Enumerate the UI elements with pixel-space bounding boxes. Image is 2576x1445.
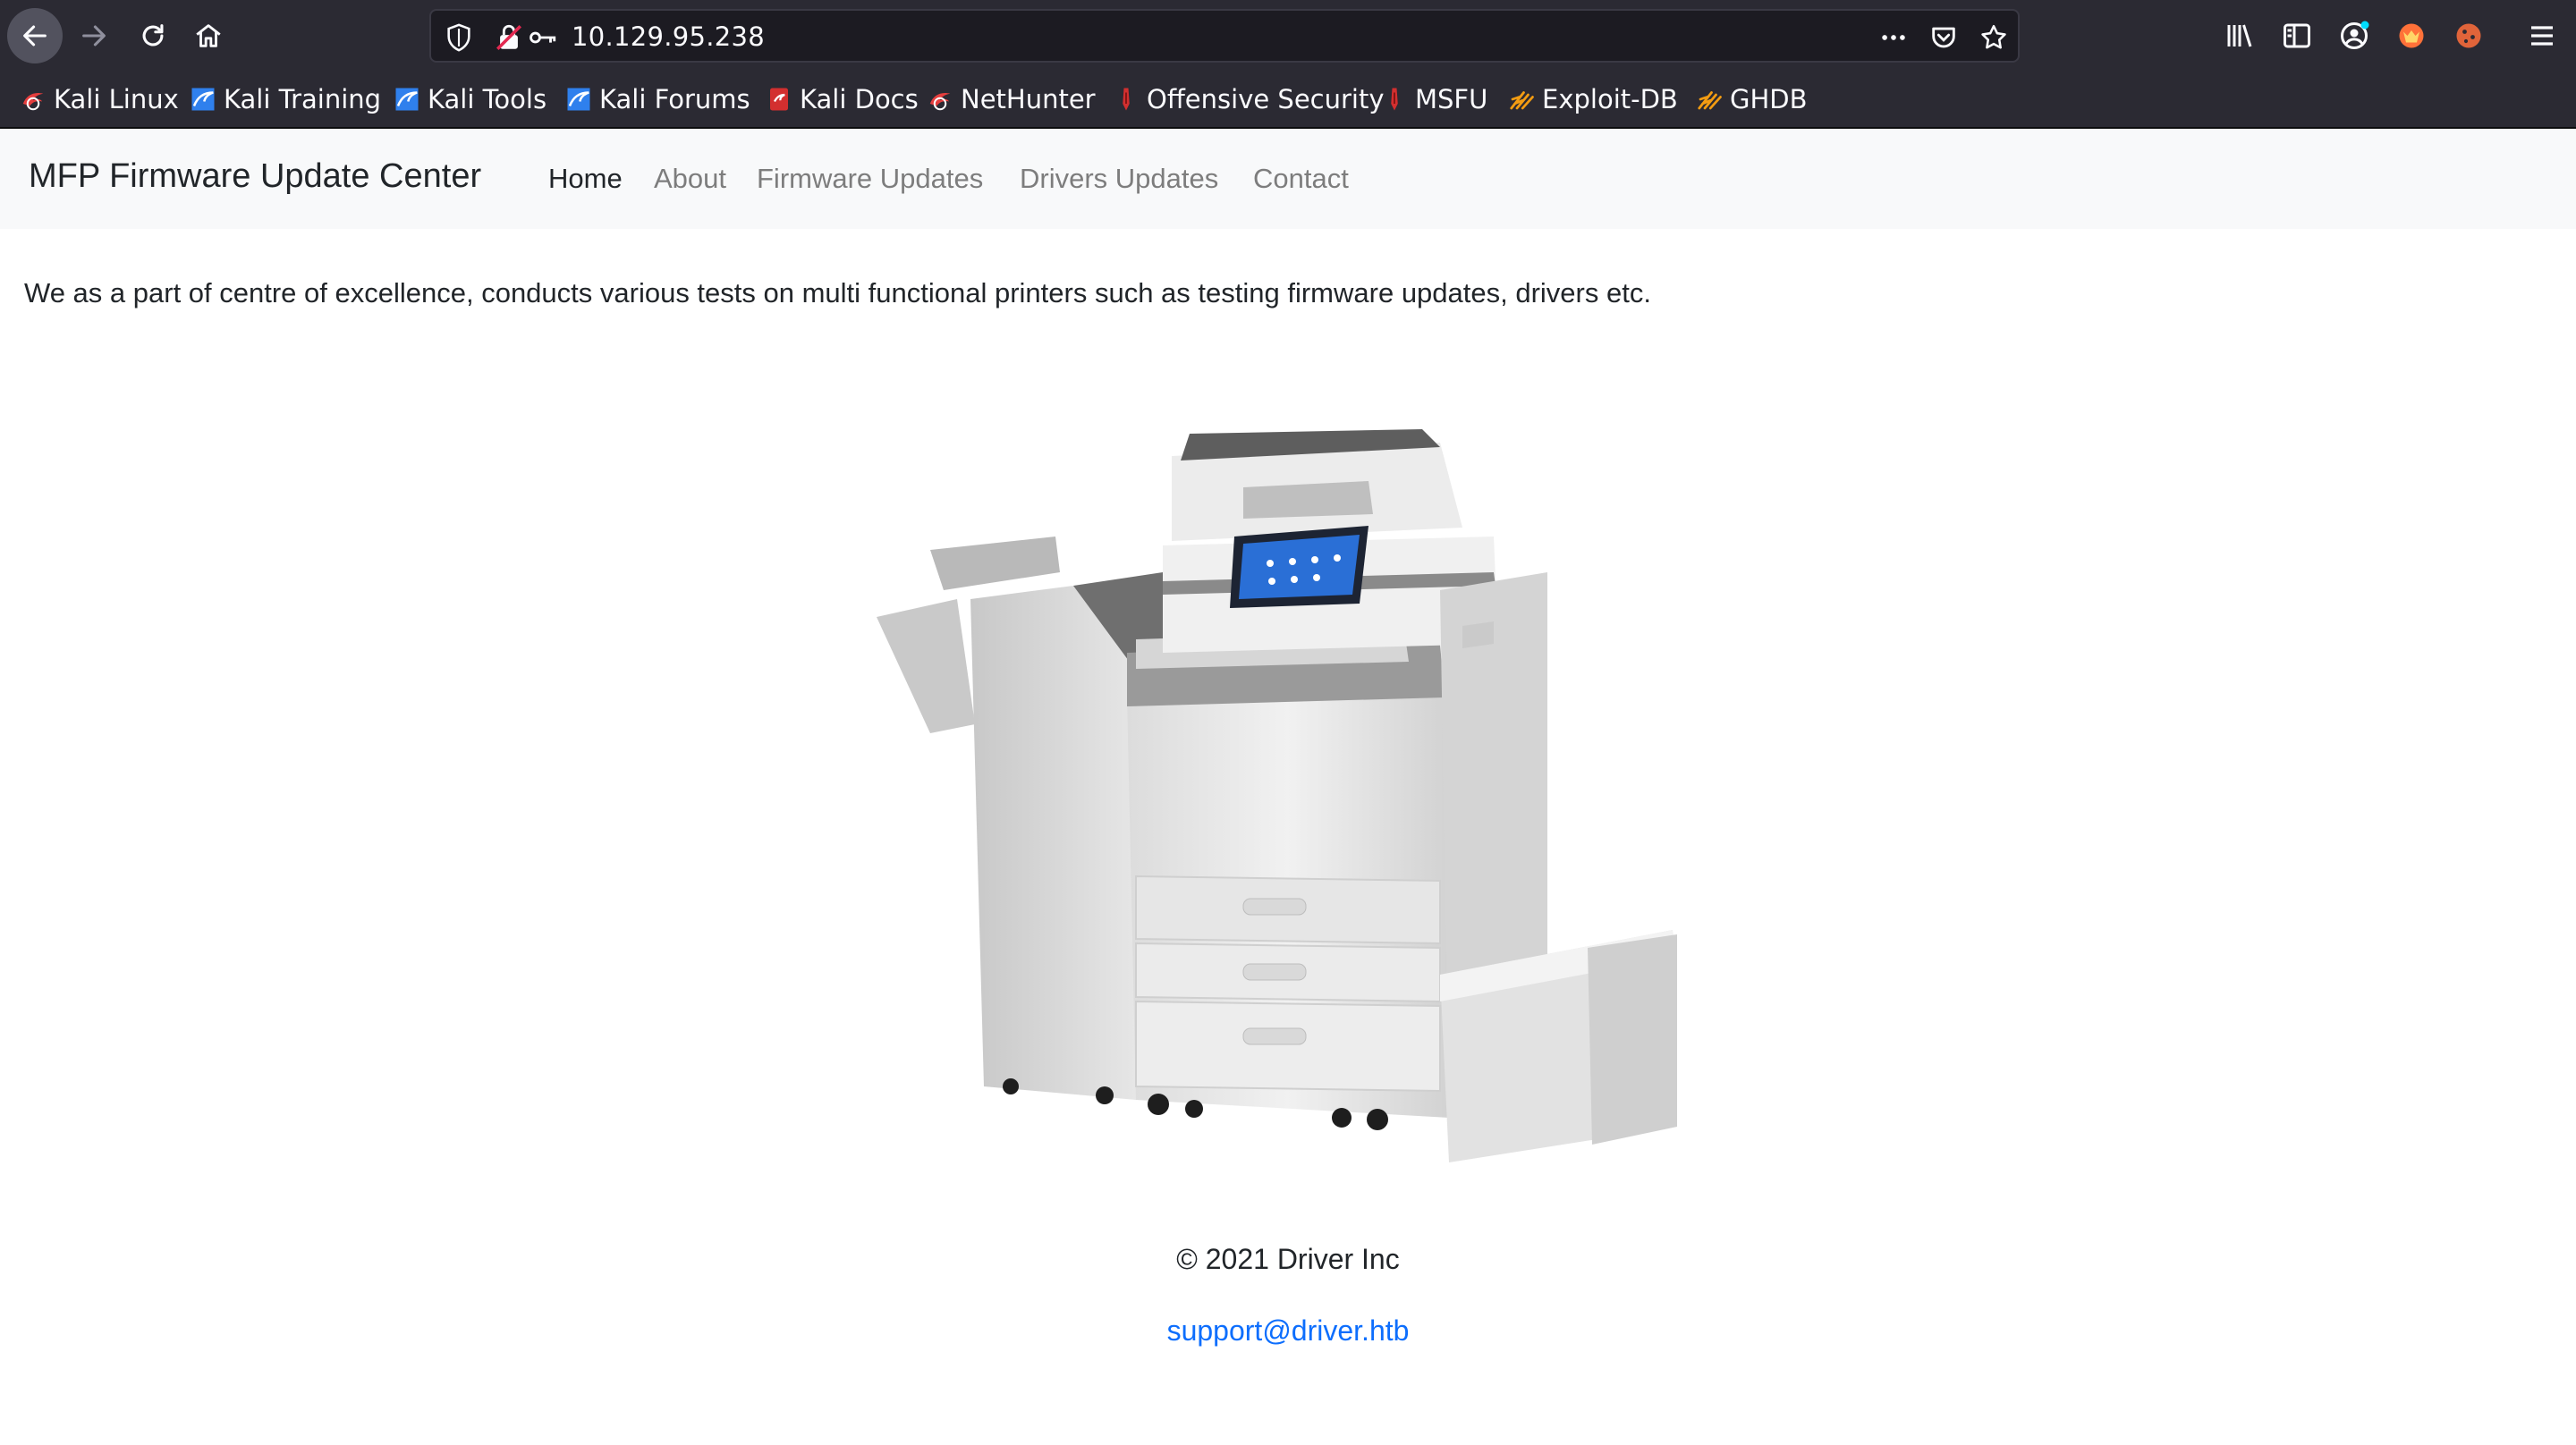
insecure-lock-icon[interactable]	[494, 22, 524, 53]
multifunction-printer-image	[877, 429, 1677, 1162]
reload-icon	[142, 24, 164, 46]
nav-link-firmware-updates[interactable]: Firmware Updates	[757, 163, 983, 195]
menu-icon[interactable]	[2526, 20, 2558, 52]
offsec-red-icon	[1123, 88, 1130, 111]
bookmark-kali-forums[interactable]: Kali Forums	[565, 82, 750, 116]
pocket-icon[interactable]	[1928, 22, 1959, 53]
offsec-red-icon	[1391, 88, 1398, 111]
intro-text: We as a part of centre of excellence, co…	[24, 277, 1651, 308]
support-email-link[interactable]: support@driver.htb	[0, 1314, 2576, 1348]
account-icon[interactable]	[2338, 20, 2370, 52]
nav-link-contact[interactable]: Contact	[1253, 163, 1349, 195]
back-button[interactable]	[7, 8, 63, 63]
home-button[interactable]	[181, 8, 236, 63]
kali-dragon-blue-icon	[191, 88, 215, 111]
exploitdb-orange-icon	[1698, 91, 1722, 110]
footer-copyright: © 2021 Driver Inc	[1176, 1243, 1400, 1275]
forward-button[interactable]	[66, 8, 122, 63]
extension-fox-icon[interactable]	[2395, 20, 2428, 52]
exploitdb-orange-icon	[1510, 91, 1534, 110]
bookmark-star-icon[interactable]	[1979, 22, 2009, 53]
url-text[interactable]: 10.129.95.238	[572, 21, 765, 52]
bookmark-nethunter[interactable]: NetHunter	[927, 82, 1096, 116]
library-icon[interactable]	[2224, 20, 2256, 52]
bookmark-kali-docs[interactable]: Kali Docs	[766, 82, 919, 116]
bookmark-kali-training[interactable]: Kali Training	[190, 82, 381, 116]
kali-dragon-red-icon	[929, 93, 951, 111]
kali-dragon-blue-icon	[567, 88, 590, 111]
arrow-left-icon	[23, 25, 47, 46]
bookmark-exploit-db[interactable]: Exploit-DB	[1508, 82, 1678, 116]
site-brand[interactable]: MFP Firmware Update Center	[29, 157, 481, 196]
browser-toolbar: 10.129.95.238	[0, 0, 2576, 70]
arrow-right-icon	[82, 25, 106, 46]
site-navbar: MFP Firmware Update Center Home About Fi…	[0, 129, 2576, 229]
kali-docs-red-icon	[770, 88, 788, 111]
bookmark-ghdb[interactable]: GHDB	[1696, 82, 1808, 116]
more-actions-icon[interactable]	[1878, 22, 1909, 53]
bookmark-msfu[interactable]: MSFU	[1381, 82, 1487, 116]
kali-dragon-blue-icon	[395, 88, 419, 111]
nav-link-home[interactable]: Home	[548, 163, 623, 195]
extension-cookie-icon[interactable]	[2453, 20, 2485, 52]
url-bar[interactable]: 10.129.95.238	[429, 9, 2020, 63]
nav-link-about[interactable]: About	[654, 163, 726, 195]
home-icon	[196, 24, 221, 47]
bookmark-kali-linux[interactable]: Kali Linux	[20, 82, 179, 116]
sidebar-icon[interactable]	[2281, 20, 2313, 52]
bookmark-kali-tools[interactable]: Kali Tools	[394, 82, 547, 116]
bookmarks-bar: Kali Linux Kali Training Kali Tools Kali…	[0, 70, 2576, 129]
shield-icon[interactable]	[444, 22, 474, 53]
kali-dragon-red-icon	[22, 93, 44, 111]
bookmark-offensive-security[interactable]: Offensive Security	[1113, 82, 1385, 116]
key-icon[interactable]	[528, 22, 558, 53]
reload-button[interactable]	[125, 8, 181, 63]
nav-link-drivers-updates[interactable]: Drivers Updates	[1020, 163, 1218, 195]
